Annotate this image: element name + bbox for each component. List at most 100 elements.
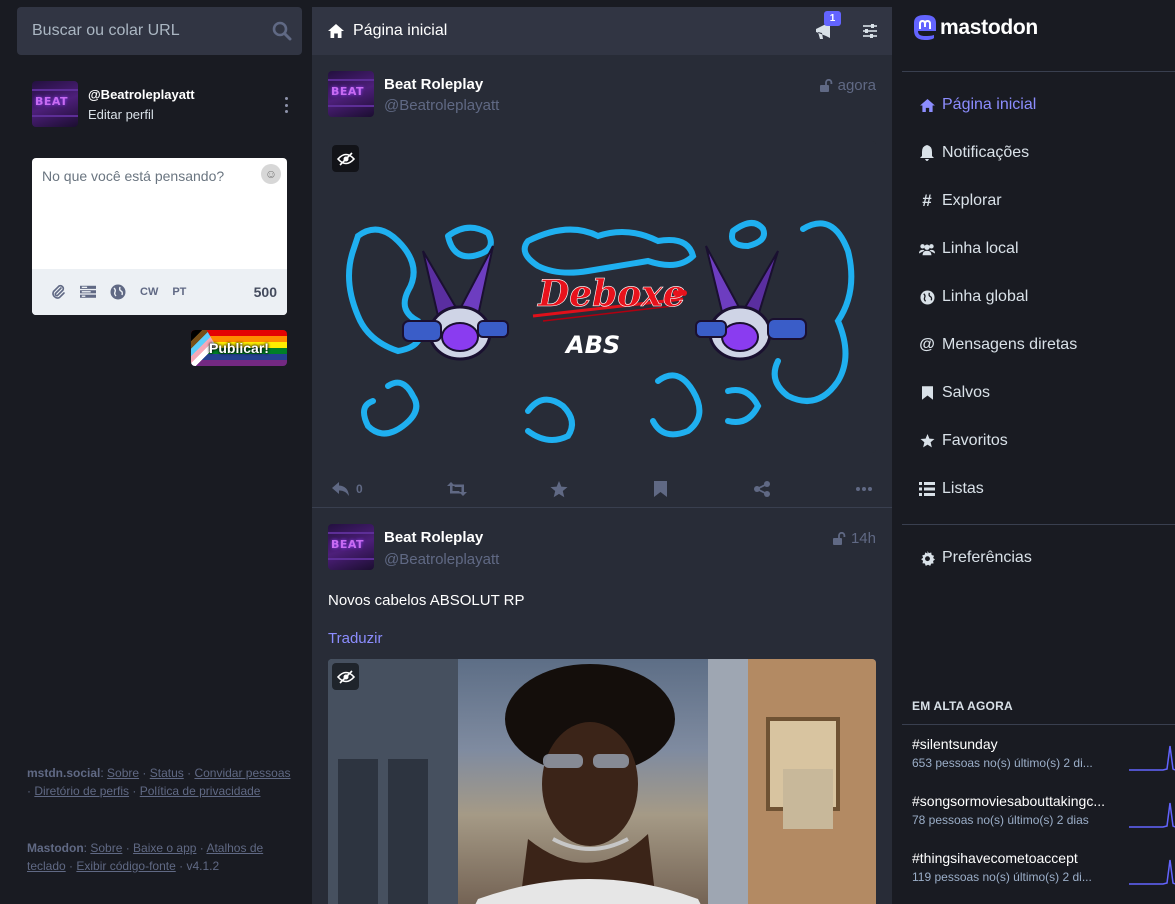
nav-label: Página inicial bbox=[942, 96, 1037, 113]
status-display-name[interactable]: Beat Roleplay bbox=[384, 76, 483, 93]
trend-uses: 653 pessoas no(s) último(s) 2 di... bbox=[912, 756, 1093, 770]
paperclip-icon[interactable] bbox=[50, 284, 66, 300]
nav-label: Explorar bbox=[942, 192, 1002, 209]
nav-label: Linha global bbox=[942, 288, 1029, 305]
search-box[interactable]: Buscar ou colar URL bbox=[17, 7, 302, 55]
trend-uses: 78 pessoas no(s) último(s) 2 dias bbox=[912, 813, 1089, 827]
status-time-label: 14h bbox=[850, 530, 876, 547]
status-account[interactable]: @Beatroleplayatt bbox=[384, 97, 499, 114]
trend-uses: 119 pessoas no(s) último(s) 2 di... bbox=[912, 870, 1092, 884]
footer-link-privacy[interactable]: Política de privacidade bbox=[140, 784, 261, 798]
account-handle[interactable]: @Beatroleplayatt bbox=[88, 87, 195, 102]
star-icon bbox=[550, 480, 568, 497]
search-icon[interactable] bbox=[272, 21, 292, 41]
emoji-picker-icon[interactable]: ☺ bbox=[261, 164, 281, 184]
poll-icon[interactable] bbox=[80, 284, 96, 300]
status-item[interactable]: BEAT Beat Roleplay @Beatroleplayatt agor… bbox=[312, 55, 892, 508]
nav-item-direct[interactable]: @ Mensagens diretas bbox=[919, 333, 1077, 357]
footer-link-status[interactable]: Status bbox=[150, 766, 184, 780]
translate-button[interactable]: Traduzir bbox=[328, 630, 382, 647]
status-avatar[interactable]: BEAT bbox=[328, 71, 374, 117]
status-media[interactable]: Deboxe ABS bbox=[328, 141, 876, 453]
mastodon-logo[interactable]: mastodon bbox=[912, 14, 1038, 42]
status-timestamp[interactable]: agora bbox=[819, 77, 876, 94]
at-icon: @ bbox=[919, 336, 935, 353]
content-warning-button[interactable]: CW bbox=[140, 286, 158, 298]
nav-item-home[interactable]: Página inicial bbox=[919, 93, 1036, 117]
footer-link-directory[interactable]: Diretório de perfis bbox=[34, 784, 129, 798]
home-column: Página inicial 1 BEAT Beat Roleplay @Bea… bbox=[312, 7, 892, 904]
settings-sliders-icon[interactable] bbox=[862, 23, 878, 39]
publish-label: Publicar! bbox=[209, 340, 269, 356]
language-button[interactable]: PT bbox=[172, 286, 186, 298]
nav-item-bookmarks[interactable]: Salvos bbox=[919, 381, 990, 405]
unlock-icon bbox=[832, 532, 846, 545]
globe-icon[interactable] bbox=[110, 284, 126, 300]
trend-item[interactable]: #songsormoviesabouttakingc... 78 pessoas… bbox=[912, 793, 1175, 833]
status-time-label: agora bbox=[837, 77, 876, 94]
version-label: v4.1.2 bbox=[186, 859, 220, 873]
publish-button[interactable]: Publicar! bbox=[191, 330, 287, 366]
status-avatar[interactable]: BEAT bbox=[328, 524, 374, 570]
edit-profile-link[interactable]: Editar perfil bbox=[88, 107, 154, 122]
nav-label: Preferências bbox=[942, 549, 1032, 566]
share-button[interactable] bbox=[754, 479, 770, 499]
status-timestamp[interactable]: 14h bbox=[832, 530, 876, 547]
footer-link-invite[interactable]: Convidar pessoas bbox=[194, 766, 290, 780]
favourite-button[interactable] bbox=[550, 479, 568, 499]
globe-icon bbox=[919, 289, 935, 305]
nav-item-lists[interactable]: Listas bbox=[919, 477, 984, 501]
reply-button[interactable]: 0 bbox=[332, 479, 363, 499]
trend-sparkline bbox=[1129, 745, 1175, 771]
gear-icon bbox=[919, 550, 935, 566]
hide-media-icon[interactable] bbox=[332, 663, 359, 690]
hashtag-icon: # bbox=[922, 191, 932, 210]
mastodon-logo-icon bbox=[914, 15, 936, 40]
status-item[interactable]: BEAT Beat Roleplay @Beatroleplayatt 14h … bbox=[312, 509, 892, 904]
kebab-menu-icon[interactable] bbox=[280, 95, 292, 115]
status-account[interactable]: @Beatroleplayatt bbox=[384, 551, 499, 568]
unlock-icon bbox=[819, 79, 832, 92]
users-icon bbox=[919, 241, 935, 257]
trend-tag[interactable]: #thingsihavecometoaccept bbox=[912, 850, 1078, 866]
boost-icon bbox=[447, 482, 467, 496]
trend-tag[interactable]: #silentsunday bbox=[912, 736, 998, 752]
more-button[interactable] bbox=[856, 479, 872, 499]
bookmark-button[interactable] bbox=[654, 479, 667, 499]
banner-graphic: Deboxe ABS bbox=[346, 220, 855, 443]
nav-item-favourites[interactable]: Favoritos bbox=[919, 429, 1008, 453]
nav-label: Notificações bbox=[942, 144, 1030, 161]
announcement-badge: 1 bbox=[824, 11, 841, 26]
character-photo bbox=[328, 659, 876, 904]
nav-item-preferences[interactable]: Preferências bbox=[919, 546, 1032, 570]
column-header[interactable]: Página inicial 1 bbox=[312, 7, 892, 55]
banner-subtitle: ABS bbox=[564, 331, 620, 359]
nav-item-notifications[interactable]: Notificações bbox=[919, 141, 1029, 165]
nav-item-federated[interactable]: Linha global bbox=[919, 285, 1028, 309]
boost-button[interactable] bbox=[447, 479, 467, 499]
status-media[interactable] bbox=[328, 659, 876, 904]
footer-link-source[interactable]: Exibir código-fonte bbox=[76, 859, 175, 873]
footer-link-app-about[interactable]: Sobre bbox=[90, 841, 122, 855]
trend-item[interactable]: #silentsunday 653 pessoas no(s) último(s… bbox=[912, 736, 1175, 776]
search-input[interactable]: Buscar ou colar URL bbox=[32, 22, 180, 40]
nav-label: Favoritos bbox=[942, 432, 1008, 449]
compose-textarea[interactable]: No que você está pensando? bbox=[42, 168, 224, 184]
footer-link-about[interactable]: Sobre bbox=[107, 766, 139, 780]
nav-label: Salvos bbox=[942, 384, 991, 401]
bookmark-icon bbox=[919, 385, 935, 401]
avatar[interactable]: BEAT bbox=[32, 81, 78, 127]
nav-item-local[interactable]: Linha local bbox=[919, 237, 1019, 261]
trend-tag[interactable]: #songsormoviesabouttakingc... bbox=[912, 793, 1105, 809]
trend-item[interactable]: #thingsihavecometoaccept 119 pessoas no(… bbox=[912, 850, 1175, 890]
nav-item-explore[interactable]: # Explorar bbox=[919, 189, 1002, 213]
footer-link-download[interactable]: Baixe o app bbox=[133, 841, 196, 855]
trend-sparkline bbox=[1129, 802, 1175, 828]
compose-toolbar: CW PT 500 bbox=[32, 269, 287, 315]
status-display-name[interactable]: Beat Roleplay bbox=[384, 529, 483, 546]
trends-divider bbox=[902, 724, 1175, 725]
nav-label: Linha local bbox=[942, 240, 1019, 257]
status-content: Novos cabelos ABSOLUT RP bbox=[328, 592, 525, 609]
server-footer: mstdn.social: Sobre · Status · Convidar … bbox=[27, 766, 291, 798]
hide-media-icon[interactable] bbox=[332, 145, 359, 172]
